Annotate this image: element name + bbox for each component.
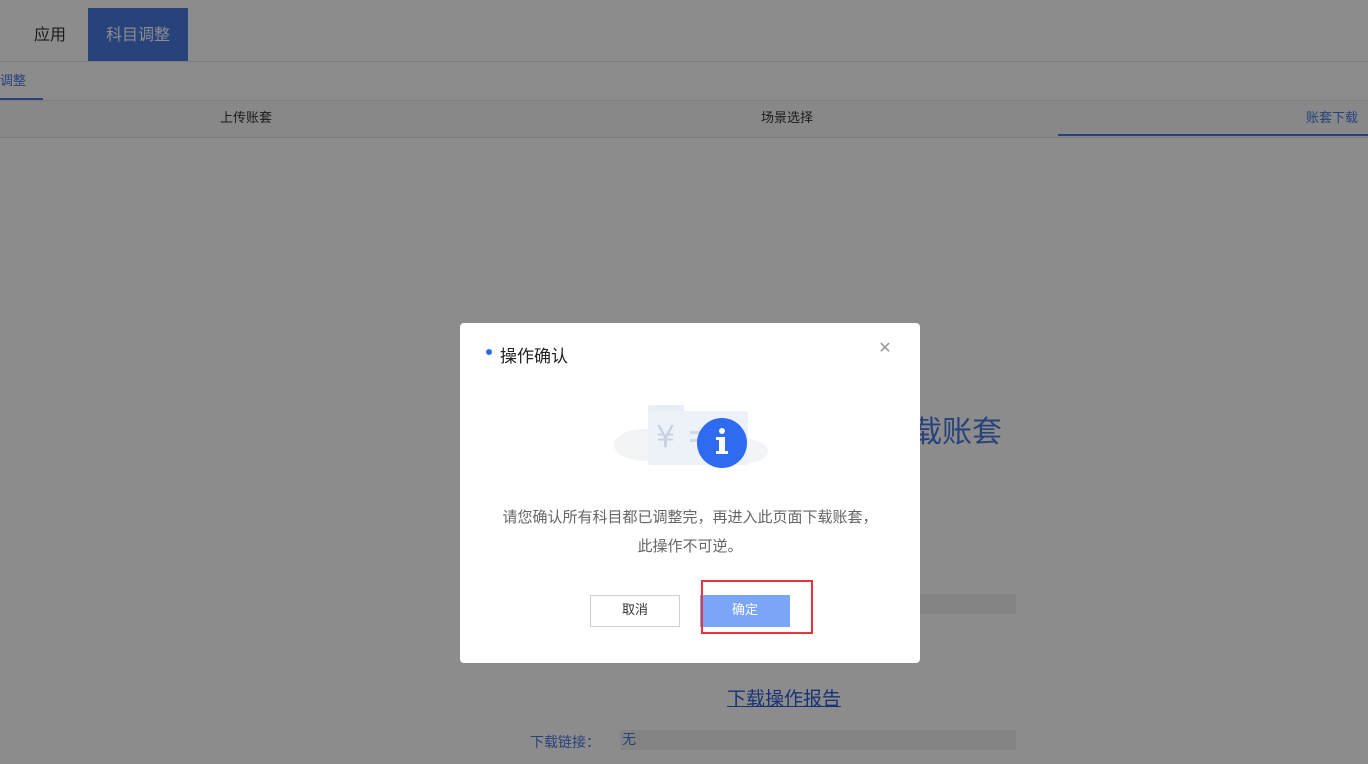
- info-illustration: ¥: [614, 405, 768, 468]
- cancel-button[interactable]: 取消: [590, 595, 680, 627]
- currency-icon: ¥: [656, 420, 675, 455]
- highlight-box: [701, 580, 813, 634]
- confirm-dialog: 操作确认 ✕ ¥ 请您确认所有科目都已调整完，再进入此页面下载账套， 此操作不可…: [460, 323, 920, 663]
- dialog-message: 请您确认所有科目都已调整完，再进入此页面下载账套， 此操作不可逆。: [480, 503, 900, 561]
- title-dot-icon: [486, 349, 492, 355]
- dialog-title: 操作确认: [500, 347, 568, 367]
- close-icon[interactable]: ✕: [878, 340, 892, 356]
- dialog-message-line2: 此操作不可逆。: [637, 537, 743, 555]
- dialog-message-line1: 请您确认所有科目都已调整完，再进入此页面下载账套，: [502, 508, 878, 526]
